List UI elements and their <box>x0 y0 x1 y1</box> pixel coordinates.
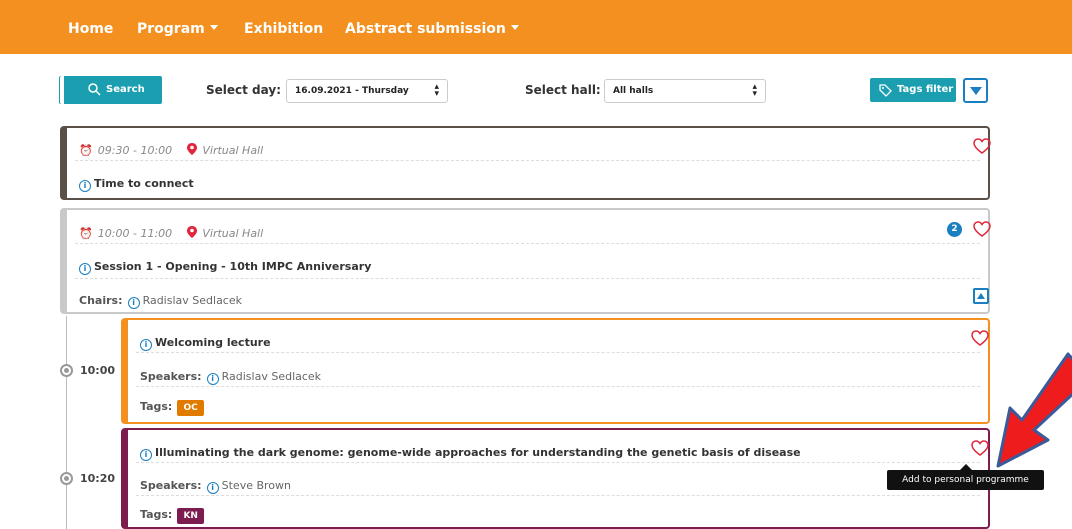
heart-icon[interactable] <box>971 440 989 456</box>
talk-tags: Tags: OC <box>140 395 204 416</box>
nav-exhibition-label: Exhibition <box>244 21 324 37</box>
talk-title-text: Illuminating the dark genome: genome-wid… <box>155 446 801 459</box>
chairs-label: Chairs: <box>79 294 123 307</box>
session-card: ⏰ 10:00 - 11:00 Virtual Hall 2 i Session … <box>60 208 991 314</box>
talk-count-badge: 2 <box>947 222 962 237</box>
session-title[interactable]: i Time to connect <box>79 172 194 192</box>
tags-filter-button[interactable]: Tags filter <box>870 78 956 102</box>
timeline-line <box>66 316 67 529</box>
talk-time: 10:20 <box>80 472 116 485</box>
timeline-dot-icon <box>60 472 73 485</box>
divider <box>136 386 980 387</box>
divider <box>75 243 980 244</box>
tags-label: Tags: <box>140 400 173 413</box>
talk-tags: Tags: KN <box>140 503 204 524</box>
tag-badge[interactable]: KN <box>177 508 204 524</box>
session-time: 10:00 - 11:00 <box>97 227 173 240</box>
divider <box>136 352 980 353</box>
session-title-text: Session 1 - Opening - 10th IMPC Annivers… <box>94 260 372 273</box>
search-button-label: Search <box>106 84 145 95</box>
talk-speakers: Speakers: i Radislav Sedlacek <box>140 365 321 385</box>
caret-down-icon <box>510 25 519 30</box>
search-icon <box>88 83 101 96</box>
chair-name[interactable]: Radislav Sedlacek <box>143 294 242 307</box>
speaker-name[interactable]: Radislav Sedlacek <box>222 370 321 383</box>
info-icon[interactable]: i <box>206 373 219 385</box>
nav-home[interactable]: Home <box>68 21 113 37</box>
heart-icon[interactable] <box>973 221 991 237</box>
session-meta: ⏰ 09:30 - 10:00 Virtual Hall <box>79 139 263 158</box>
session-card: ⏰ 09:30 - 10:00 Virtual Hall i Time to co… <box>60 126 991 200</box>
hall-select-value: All halls <box>613 86 654 96</box>
nav-abstract-submission[interactable]: Abstract submission <box>345 21 519 37</box>
info-icon[interactable]: i <box>206 482 219 494</box>
info-icon: i <box>140 339 152 351</box>
day-select[interactable]: 16.09.2021 - Thursday ▴ ▾ <box>286 79 448 103</box>
select-arrows-icon: ▴ ▾ <box>434 82 439 99</box>
session-hall: Virtual Hall <box>202 227 264 240</box>
map-pin-icon <box>187 143 198 155</box>
nav-program-label: Program <box>137 21 205 37</box>
heart-icon[interactable] <box>971 330 989 346</box>
talk-title-text: Welcoming lecture <box>155 336 271 349</box>
talk-card: i Welcoming lecture Speakers: i Radislav S… <box>121 318 990 424</box>
session-meta: ⏰ 10:00 - 11:00 Virtual Hall <box>79 222 263 241</box>
speaker-name[interactable]: Steve Brown <box>222 479 291 492</box>
tooltip: Add to personal programme <box>887 464 1044 490</box>
nav-program[interactable]: Program <box>137 21 218 37</box>
timeline-dot-icon <box>60 364 73 377</box>
divider <box>136 495 980 496</box>
speakers-label: Speakers: <box>140 479 202 492</box>
info-icon: i <box>79 180 91 192</box>
divider <box>75 278 980 279</box>
heart-icon[interactable] <box>973 138 991 154</box>
session-chairs: Chairs: i Radislav Sedlacek <box>79 289 242 309</box>
info-icon: i <box>79 263 91 275</box>
select-day-label: Select day: <box>206 83 281 97</box>
session-title-text: Time to connect <box>94 177 194 190</box>
divider <box>136 462 980 463</box>
tags-filter-label: Tags filter <box>897 84 954 95</box>
info-icon: i <box>140 449 152 461</box>
speakers-label: Speakers: <box>140 370 202 383</box>
day-select-value: 16.09.2021 - Thursday <box>295 86 409 96</box>
hall-select[interactable]: All halls ▴ ▾ <box>604 79 766 103</box>
chevron-down-icon <box>970 87 982 95</box>
tag-badge[interactable]: OC <box>177 400 204 416</box>
map-pin-icon <box>187 226 198 238</box>
alarm-clock-icon: ⏰ <box>79 227 93 240</box>
session-title[interactable]: i Session 1 - Opening - 10th IMPC Anniver… <box>79 255 371 275</box>
nav-home-label: Home <box>68 21 114 37</box>
talk-card: i Illuminating the dark genome: genome-wi… <box>121 428 990 529</box>
select-hall-label: Select hall: <box>525 83 601 97</box>
expand-all-button[interactable] <box>963 78 988 103</box>
divider <box>75 160 980 161</box>
tag-icon <box>879 84 892 97</box>
caret-down-icon <box>209 25 218 30</box>
talk-title[interactable]: i Welcoming lecture <box>140 331 271 351</box>
search-button[interactable]: Search <box>60 76 162 104</box>
collapse-session-button[interactable] <box>973 288 989 304</box>
nav-exhibition[interactable]: Exhibition <box>244 21 323 37</box>
nav-abstract-label: Abstract submission <box>345 21 506 37</box>
talk-speakers: Speakers: i Steve Brown <box>140 474 291 494</box>
talk-title[interactable]: i Illuminating the dark genome: genome-wi… <box>140 441 801 461</box>
session-time: 09:30 - 10:00 <box>97 144 173 157</box>
info-icon[interactable]: i <box>127 297 140 309</box>
talk-time: 10:00 <box>80 364 116 377</box>
top-navbar: Home Program Exhibition Abstract submiss… <box>0 0 1072 54</box>
select-arrows-icon: ▴ ▾ <box>752 82 757 99</box>
session-hall: Virtual Hall <box>202 144 264 157</box>
tags-label: Tags: <box>140 508 173 521</box>
alarm-clock-icon: ⏰ <box>79 144 93 157</box>
